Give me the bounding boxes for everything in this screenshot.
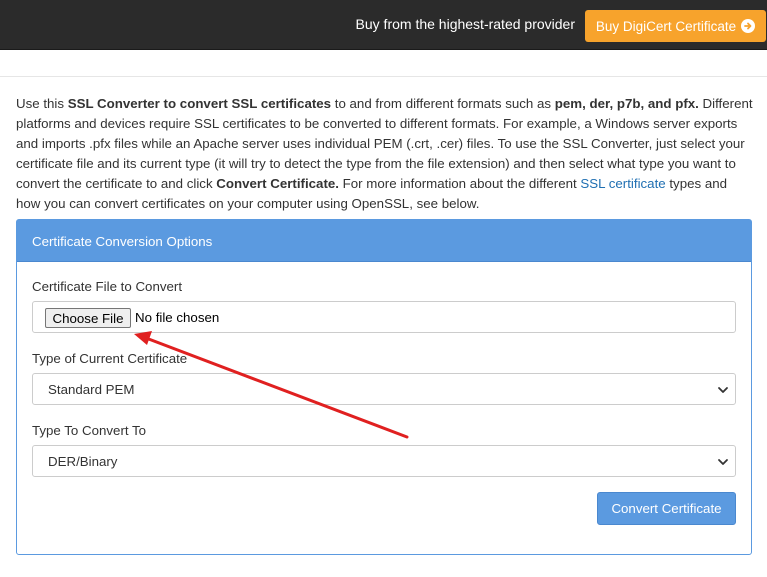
- choose-file-button[interactable]: Choose File: [45, 308, 131, 328]
- convert-to-select[interactable]: DER/Binary: [32, 445, 736, 477]
- conversion-options-panel: Certificate Conversion Options Certifica…: [16, 219, 752, 555]
- panel-heading: Certificate Conversion Options: [17, 220, 751, 262]
- current-type-select[interactable]: Standard PEM: [32, 373, 736, 405]
- intro-bold-convert: Convert Certificate.: [216, 176, 339, 191]
- file-to-convert-label: Certificate File to Convert: [32, 279, 183, 294]
- intro-paragraph: Use this SSL Converter to convert SSL ce…: [16, 94, 753, 214]
- top-bar: Buy from the highest-rated provider Buy …: [0, 0, 767, 50]
- buy-digicert-button[interactable]: Buy DigiCert Certificate: [585, 10, 766, 42]
- divider: [0, 76, 767, 77]
- no-file-status: No file chosen: [135, 310, 220, 325]
- convert-certificate-button[interactable]: Convert Certificate: [597, 492, 736, 525]
- intro-text: For more information about the different: [338, 176, 581, 191]
- chevron-down-icon: [718, 387, 728, 393]
- intro-bold-text: SSL Converter to convert SSL certificate…: [67, 96, 332, 111]
- ssl-certificate-link[interactable]: SSL certificate: [580, 176, 665, 191]
- chevron-down-icon: [718, 459, 728, 465]
- topbar-tagline: Buy from the highest-rated provider: [355, 16, 575, 32]
- convert-to-label: Type To Convert To: [32, 423, 147, 438]
- current-type-value: Standard PEM: [48, 382, 135, 397]
- certificate-file-input[interactable]: Choose File No file chosen: [32, 301, 736, 333]
- buy-button-label: Buy DigiCert Certificate: [595, 18, 737, 34]
- convert-to-value: DER/Binary: [48, 454, 118, 469]
- arrow-circle-right-icon: [741, 19, 756, 33]
- intro-text: to and from different formats such as: [331, 96, 555, 111]
- current-type-label: Type of Current Certificate: [32, 351, 188, 366]
- intro-text: Use this: [16, 96, 68, 111]
- intro-bold-formats: pem, der, p7b, and pfx.: [554, 96, 699, 111]
